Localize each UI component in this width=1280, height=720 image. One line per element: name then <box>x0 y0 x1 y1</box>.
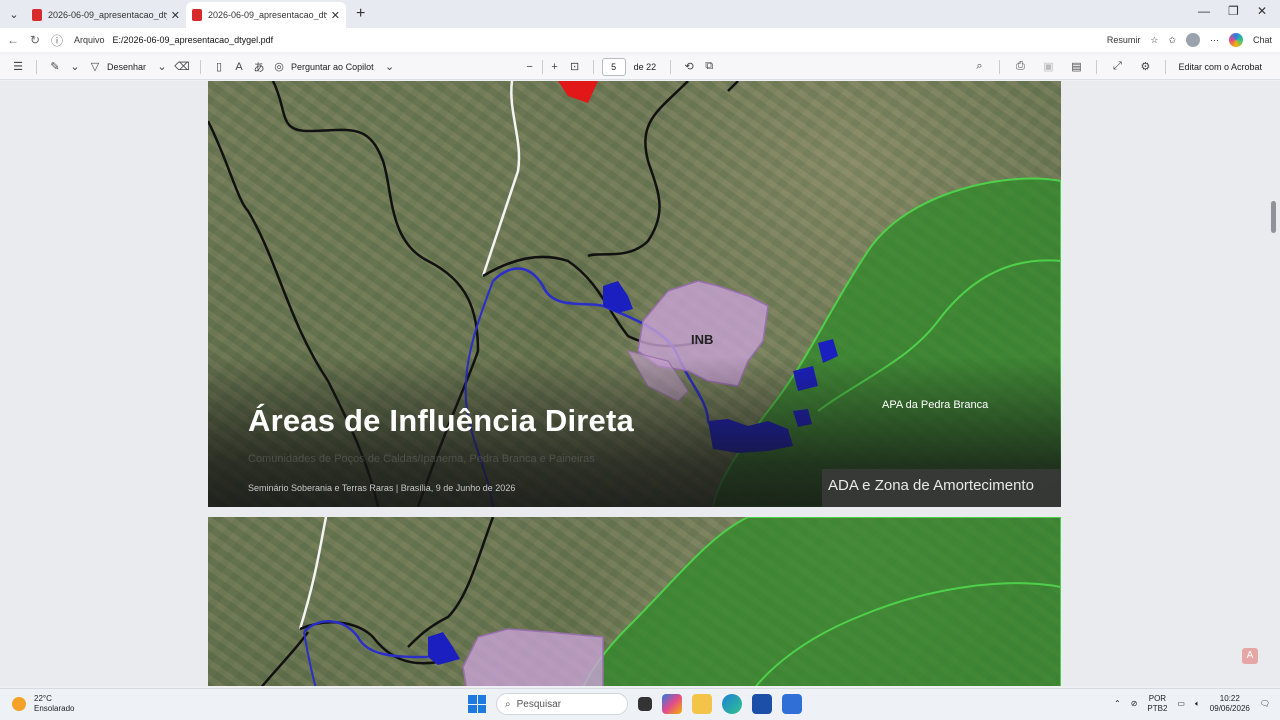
copilot-icon[interactable] <box>1228 33 1243 47</box>
read-aloud-icon[interactable]: A <box>229 61 249 73</box>
contents-icon[interactable]: ☰ <box>8 60 28 73</box>
tab-actions-menu-icon[interactable]: ⌄ <box>2 2 26 26</box>
chat-button[interactable]: Chat <box>1253 35 1272 45</box>
acrobat-icon[interactable]: A <box>1242 648 1258 664</box>
pdf-toolbar: ☰ ✎ ⌄ ▽ Desenhar ⌄ ⌫ ▯ A あ ◎ Perguntar a… <box>0 54 1280 80</box>
task-view-icon[interactable] <box>638 697 652 711</box>
map-label-inb: INB <box>691 332 714 347</box>
restore-icon[interactable]: ❐ <box>1228 4 1239 18</box>
tab-close-icon[interactable]: ✕ <box>331 9 340 22</box>
back-icon[interactable]: ← <box>2 33 24 47</box>
minimize-icon[interactable]: — <box>1198 4 1210 18</box>
vertical-scrollbar[interactable] <box>1270 81 1278 686</box>
show-hidden-icons-icon[interactable]: ⌃ <box>1114 699 1121 709</box>
save-as-icon[interactable]: ▤ <box>1066 60 1086 73</box>
draw-icon[interactable]: ▽ <box>85 60 105 73</box>
copilot-app-icon[interactable] <box>662 694 682 714</box>
weather-widget[interactable]: 22°C Ensolarado <box>12 694 74 714</box>
search-icon: ⌕ <box>505 698 511 710</box>
copilot-ask-icon[interactable]: ◎ <box>269 60 289 73</box>
edit-with-acrobat-button[interactable]: Editar com o Acrobat <box>1178 62 1262 72</box>
highlight-icon[interactable]: ✎ <box>45 60 65 73</box>
file-label: Arquivo <box>74 35 105 45</box>
rotate-icon[interactable]: ⟲ <box>679 60 699 73</box>
network-off-icon[interactable]: ⊘ <box>1131 699 1138 709</box>
slide-footer: Seminário Soberania e Terras Raras | Bra… <box>248 483 516 493</box>
highlight-dropdown-icon[interactable]: ⌄ <box>65 60 85 73</box>
tab-title: 2026-06-09_apresentacao_dtygel <box>208 10 327 20</box>
windows-taskbar: 22°C Ensolarado ⌕ Pesquisar ⌃ ⊘ POR PTB2… <box>0 688 1280 720</box>
slide-title: Áreas de Influência Direta <box>248 403 634 438</box>
save-icon[interactable]: ▣ <box>1038 60 1058 73</box>
tab-title: 2026-06-09_apresentacao_dtygel <box>48 10 167 20</box>
system-tray: ⌃ ⊘ POR PTB2 ▭ 🔈︎ 10:22 09/06/2026 🗨︎ <box>1114 694 1270 714</box>
map-overlay <box>260 517 1061 686</box>
tab-close-icon[interactable]: ✕ <box>171 9 180 22</box>
slide-page: INB APA da Pedra Branca Áreas de Influên… <box>208 81 1061 507</box>
input-language[interactable]: POR PTB2 <box>1147 694 1167 714</box>
clock-date: 09/06/2026 <box>1209 704 1250 713</box>
eraser-icon[interactable]: ⌫ <box>172 60 192 73</box>
search-placeholder: Pesquisar <box>516 698 562 710</box>
slide-subtitle: Comunidades de Poços de Caldas/Ipanema, … <box>248 453 595 465</box>
read-view-icon[interactable]: ▯ <box>209 60 229 73</box>
notifications-icon[interactable]: 🗨︎ <box>1260 699 1270 709</box>
copilot-dropdown-icon[interactable]: ⌄ <box>380 60 400 73</box>
legend-label: ADA e Zona de Amortecimento <box>822 469 1061 507</box>
weather-condition: Ensolarado <box>34 704 75 713</box>
search-icon[interactable]: ⌕ <box>969 60 989 73</box>
edge-browser-icon[interactable] <box>722 694 742 714</box>
more-options-icon[interactable]: ⋯ <box>1210 35 1219 46</box>
page-number-input[interactable]: 5 <box>601 57 626 76</box>
taskbar-search[interactable]: ⌕ Pesquisar <box>496 693 628 715</box>
translate-icon[interactable]: あ <box>249 59 269 75</box>
browser-tab[interactable]: 2026-06-09_apresentacao_dtygel ✕ <box>26 2 186 28</box>
clock-time: 10:22 <box>1219 694 1240 703</box>
temperature: 22°C <box>34 694 52 703</box>
print-icon[interactable]: ⎙ <box>1010 60 1030 73</box>
fullscreen-icon[interactable]: ⤢ <box>1107 60 1127 73</box>
browser-tab-active[interactable]: 2026-06-09_apresentacao_dtygel ✕ <box>186 2 346 28</box>
scrollbar-thumb[interactable] <box>1271 201 1276 233</box>
page-view-icon[interactable]: ⧉ <box>699 60 719 73</box>
fit-page-icon[interactable]: ⊡ <box>565 60 585 73</box>
favorite-star-icon[interactable]: ☆ <box>1150 35 1158 46</box>
settings-gear-icon[interactable]: ⚙ <box>1135 60 1155 73</box>
favorites-icon[interactable]: ✩ <box>1168 35 1176 46</box>
outlook-icon[interactable] <box>782 694 802 714</box>
close-window-icon[interactable]: ✕ <box>1257 4 1267 18</box>
summarize-button[interactable]: Resumir <box>1107 35 1141 45</box>
address-bar: ← ↻ ⓘ Arquivo E:/2026-06-09_apresentacao… <box>0 28 1280 52</box>
volume-icon[interactable]: 🔈︎ <box>1195 699 1200 709</box>
map-label-apa: APA da Pedra Branca <box>882 399 989 411</box>
draw-dropdown-icon[interactable]: ⌄ <box>152 60 172 73</box>
tab-strip: ⌄ 2026-06-09_apresentacao_dtygel ✕ 2026-… <box>0 0 1280 28</box>
store-icon[interactable] <box>752 694 772 714</box>
zoom-out-icon[interactable]: − <box>520 61 540 73</box>
sun-icon <box>12 697 26 711</box>
file-explorer-icon[interactable] <box>692 694 712 714</box>
ask-copilot-button[interactable]: Perguntar ao Copilot <box>291 62 374 72</box>
url-field[interactable]: E:/2026-06-09_apresentacao_dtygel.pdf <box>113 35 274 45</box>
page-count: de 22 <box>633 61 657 72</box>
new-tab-icon[interactable]: + <box>356 5 365 23</box>
slide-page-next <box>208 517 1061 686</box>
pdf-file-icon <box>192 9 202 21</box>
draw-button[interactable]: Desenhar <box>107 62 146 72</box>
profile-avatar[interactable] <box>1185 33 1200 47</box>
clock[interactable]: 10:22 09/06/2026 <box>1210 694 1250 714</box>
pdf-document-area[interactable]: INB APA da Pedra Branca Áreas de Influên… <box>0 81 1280 686</box>
info-icon[interactable]: ⓘ <box>46 32 68 49</box>
zoom-in-icon[interactable]: + <box>545 61 565 73</box>
pdf-file-icon <box>32 9 42 21</box>
refresh-icon[interactable]: ↻ <box>24 33 46 47</box>
display-icon[interactable]: ▭ <box>1177 699 1185 709</box>
start-icon[interactable] <box>468 695 486 713</box>
